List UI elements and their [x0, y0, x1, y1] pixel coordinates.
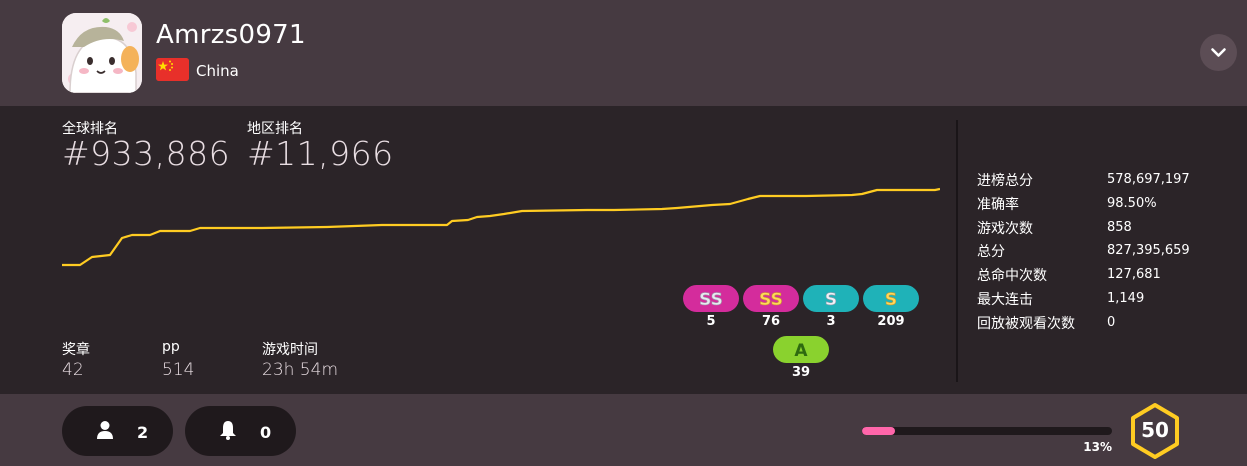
- medals-value: 42: [62, 360, 84, 380]
- play-time-label: 游戏时间: [262, 342, 318, 358]
- replays-watched-value: 0: [1107, 315, 1116, 330]
- play-count-value: 858: [1107, 220, 1132, 235]
- stats-divider: [956, 120, 958, 382]
- svg-text:S: S: [825, 290, 837, 310]
- profile-header: Amrzs0971 China: [0, 0, 1247, 106]
- play-time-value: 23h 54m: [262, 360, 339, 380]
- user-icon: [97, 421, 113, 439]
- svg-text:A: A: [794, 341, 808, 361]
- chevron-down-icon: [1211, 48, 1226, 57]
- country-name: China: [196, 62, 239, 80]
- svg-text:S: S: [885, 290, 897, 310]
- svg-text:SS: SS: [699, 290, 723, 310]
- total-hits-label: 总命中次数: [977, 268, 1047, 284]
- level-progress-text: 13%: [1083, 440, 1112, 454]
- grade-a-count: 39: [791, 365, 811, 380]
- accuracy-value: 98.50%: [1107, 196, 1157, 211]
- global-rank-value: #933,886: [62, 134, 231, 173]
- max-combo-value: 1,149: [1107, 291, 1145, 306]
- grade-s-silver-badge: S: [803, 285, 859, 312]
- rank-history-chart[interactable]: [62, 180, 940, 270]
- bell-icon: [220, 421, 236, 440]
- grade-s-gold-badge: S: [863, 285, 919, 312]
- grade-ss-gold-count: 76: [761, 314, 781, 329]
- followers-count: 2: [137, 423, 149, 442]
- grade-ss-gold-badge: SS: [743, 285, 799, 312]
- total-score-value: 827,395,659: [1107, 243, 1190, 258]
- followers-button[interactable]: 2: [62, 406, 173, 456]
- grade-a-badge: A: [773, 336, 829, 363]
- ranked-score-label: 进榜总分: [977, 173, 1033, 189]
- replays-watched-label: 回放被观看次数: [977, 316, 1075, 332]
- pp-label: pp: [162, 339, 180, 355]
- avatar[interactable]: [62, 13, 142, 93]
- accuracy-label: 准确率: [977, 197, 1019, 213]
- rank-history-line: [62, 187, 940, 267]
- country-rank-value: #11,966: [247, 134, 394, 173]
- grade-s-silver-count: 3: [826, 314, 836, 329]
- total-score-label: 总分: [977, 244, 1005, 260]
- grade-ss-silver-badge: SS: [683, 285, 739, 312]
- pp-value: 514: [162, 360, 195, 380]
- max-combo-label: 最大连击: [977, 292, 1033, 308]
- level-progress-bar: [862, 427, 1112, 435]
- grade-s-gold-count: 209: [877, 314, 905, 329]
- china-flag-icon: [156, 58, 189, 81]
- notifications-button[interactable]: 0: [185, 406, 296, 456]
- svg-text:SS: SS: [759, 290, 783, 310]
- level-progress-fill: [862, 427, 895, 435]
- medals-label: 奖章: [62, 342, 90, 358]
- level-value: 50: [1141, 418, 1169, 442]
- play-count-label: 游戏次数: [977, 221, 1033, 237]
- username: Amrzs0971: [156, 20, 306, 50]
- grade-ss-silver-count: 5: [706, 314, 716, 329]
- notifications-count: 0: [260, 423, 272, 442]
- ranked-score-value: 578,697,197: [1107, 172, 1190, 187]
- expand-button[interactable]: [1200, 34, 1237, 71]
- total-hits-value: 127,681: [1107, 267, 1161, 282]
